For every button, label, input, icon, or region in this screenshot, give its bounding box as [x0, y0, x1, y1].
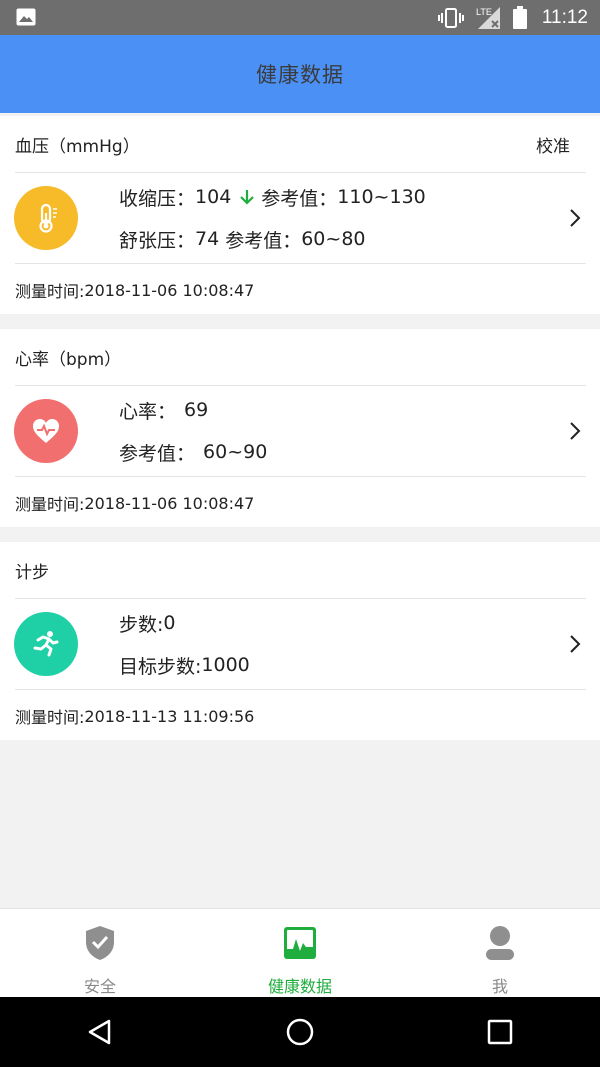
diastolic-value: 74	[195, 228, 220, 250]
systolic-label: 收缩压：	[119, 187, 196, 210]
heart-rate-card: 心率（bpm） 心率： 69 参考值： 60~90 测量时间: 2018-11-…	[0, 329, 600, 527]
steps-header: 计步	[0, 542, 600, 598]
time-value: 2018-11-13 11:09:56	[84, 706, 255, 726]
app-bar: 健康数据	[0, 35, 600, 113]
diastolic-ref-label: 参考值：	[225, 229, 302, 252]
steps-label: 步数:	[119, 613, 164, 636]
steps-card: 计步 步数: 0 目标步数: 1000 测量时间: 2018-11-13 11:…	[0, 542, 600, 740]
time-label: 测量时间:	[15, 282, 85, 301]
target-steps-line: 目标步数: 1000	[119, 652, 250, 678]
heart-rate-value: 69	[184, 399, 209, 421]
shield-check-icon	[80, 923, 120, 963]
user-icon	[480, 923, 520, 963]
bottom-tab-bar: 安全 健康数据 我	[0, 908, 600, 997]
diastolic-ref-value: 60~80	[301, 228, 366, 250]
recents-button[interactable]	[470, 1007, 530, 1057]
heart-rate-row[interactable]: 心率： 69 参考值： 60~90	[0, 386, 600, 476]
diastolic-line: 舒张压： 74 参考值： 60~80	[119, 226, 426, 252]
systolic-value: 104	[195, 186, 232, 208]
home-icon	[286, 1018, 314, 1046]
health-chart-icon	[280, 923, 320, 963]
heart-rate-title: 心率（bpm）	[15, 349, 122, 370]
systolic-ref-label: 参考值：	[261, 187, 338, 210]
heart-rate-label: 心率：	[119, 400, 177, 423]
tab-security-label: 安全	[83, 977, 116, 996]
time-label: 测量时间:	[15, 495, 85, 514]
heart-rate-line: 心率： 69	[119, 397, 267, 423]
heart-pulse-icon	[14, 399, 78, 463]
steps-title: 计步	[15, 562, 49, 583]
thermometer-icon	[14, 186, 78, 250]
heart-rate-ref-label: 参考值：	[119, 442, 196, 465]
tab-health-data[interactable]: 健康数据	[200, 909, 400, 997]
page-title: 健康数据	[256, 63, 344, 87]
heart-rate-header: 心率（bpm）	[0, 329, 600, 385]
blood-pressure-row[interactable]: 收缩压： 104 参考值： 110~130 舒张压： 74 参考值： 60~80	[0, 173, 600, 263]
heart-rate-ref-value: 60~90	[203, 441, 268, 463]
arrow-down-icon	[240, 190, 255, 205]
system-nav-bar	[0, 997, 600, 1067]
clock: 11:12	[541, 6, 588, 28]
tab-me[interactable]: 我	[400, 909, 600, 997]
status-bar: LTE 11:12	[0, 0, 600, 35]
svg-text:LTE: LTE	[476, 7, 492, 17]
blood-pressure-card: 血压（mmHg） 校准 收缩压： 104 参考值： 110~130 舒张压： 7…	[0, 116, 600, 314]
steps-row[interactable]: 步数: 0 目标步数: 1000	[0, 599, 600, 689]
blood-pressure-title: 血压（mmHg）	[15, 136, 140, 157]
heart-rate-time: 测量时间: 2018-11-06 10:08:47	[0, 477, 600, 529]
home-button[interactable]	[270, 1007, 330, 1057]
steps-value: 0	[163, 612, 176, 634]
target-steps-value: 1000	[201, 654, 250, 676]
battery-icon	[512, 5, 527, 29]
back-button[interactable]	[70, 1007, 130, 1057]
running-icon	[14, 612, 78, 676]
tab-health-data-label: 健康数据	[267, 977, 332, 996]
chevron-right-icon[interactable]	[568, 633, 582, 655]
calibrate-button[interactable]: 校准	[536, 132, 570, 157]
time-value: 2018-11-06 10:08:47	[84, 493, 255, 513]
signal-icon: LTE	[476, 6, 500, 29]
time-value: 2018-11-06 10:08:47	[84, 280, 255, 300]
back-icon	[88, 1019, 111, 1045]
steps-time: 测量时间: 2018-11-13 11:09:56	[0, 690, 600, 742]
tab-security[interactable]: 安全	[0, 909, 200, 997]
blood-pressure-time: 测量时间: 2018-11-06 10:08:47	[0, 264, 600, 316]
systolic-line: 收缩压： 104 参考值： 110~130	[119, 184, 426, 210]
blood-pressure-header: 血压（mmHg） 校准	[0, 116, 600, 172]
time-label: 测量时间:	[15, 708, 85, 727]
systolic-ref-value: 110~130	[337, 186, 426, 208]
recents-icon	[487, 1019, 513, 1045]
tab-me-label: 我	[491, 977, 508, 996]
diastolic-label: 舒张压：	[119, 229, 196, 252]
target-steps-label: 目标步数:	[119, 655, 202, 678]
chevron-right-icon[interactable]	[568, 420, 582, 442]
gallery-icon	[16, 8, 36, 26]
steps-line: 步数: 0	[119, 610, 250, 636]
vibrate-icon	[437, 7, 464, 28]
chevron-right-icon[interactable]	[568, 207, 582, 229]
heart-rate-ref-line: 参考值： 60~90	[119, 439, 267, 465]
